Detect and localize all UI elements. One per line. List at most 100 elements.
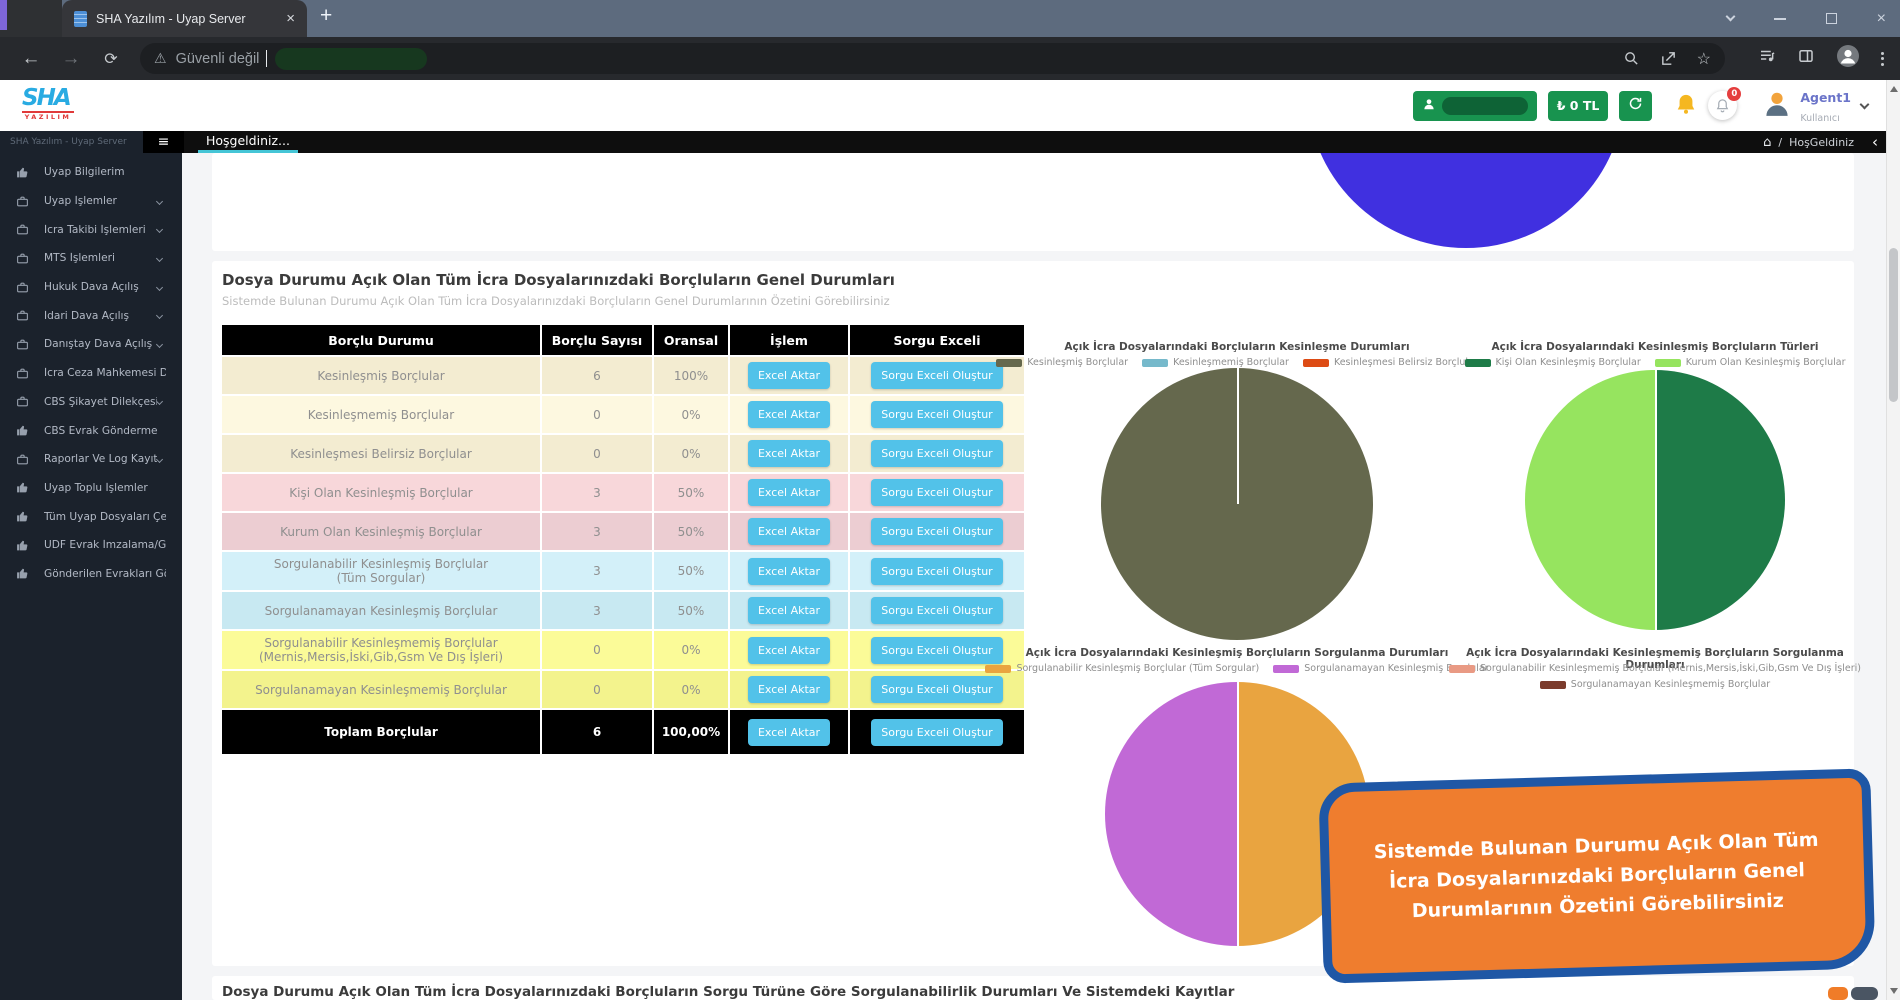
legend-swatch xyxy=(1540,681,1566,689)
legend-swatch xyxy=(1273,665,1299,673)
col-header: İşlem xyxy=(730,325,850,355)
sidebar-item-udf-evrak[interactable]: UDF Evrak İmzalama/Görüntüleme xyxy=(0,531,182,560)
partial-pie-chart xyxy=(1307,153,1625,248)
excel-aktar-button[interactable]: Excel Aktar xyxy=(748,440,830,467)
tab-hosgeldiniz[interactable]: Hoşgeldiniz... xyxy=(198,131,298,153)
minimize-icon[interactable] xyxy=(1774,18,1786,20)
legend-swatch xyxy=(996,359,1022,367)
table-row: Kesinleşmiş Borçlular 6 100% Excel Aktar… xyxy=(222,357,1024,396)
sidebar-item-uyap-bilgilerim[interactable]: Uyap Bilgilerim xyxy=(0,158,182,187)
excel-aktar-button[interactable]: Excel Aktar xyxy=(748,719,830,746)
sidebar-item-uyap-toplu[interactable]: Uyap Toplu İşlemler xyxy=(0,474,182,503)
sorgu-excel-olustur-button[interactable]: Sorgu Exceli Oluştur xyxy=(871,558,1002,585)
excel-aktar-button[interactable]: Excel Aktar xyxy=(748,676,830,703)
sorgu-excel-olustur-button[interactable]: Sorgu Exceli Oluştur xyxy=(871,518,1002,545)
sorgu-excel-olustur-button[interactable]: Sorgu Exceli Oluştur xyxy=(871,479,1002,506)
floating-button-orange[interactable] xyxy=(1828,987,1848,1000)
scroll-down-arrow[interactable] xyxy=(1890,988,1898,994)
tour-callout[interactable]: Sistemde Bulunan Durumu Açık Olan Tüm İc… xyxy=(1318,768,1875,983)
excel-aktar-button[interactable]: Excel Aktar xyxy=(748,362,830,389)
refresh-button[interactable] xyxy=(1619,91,1652,121)
home-icon[interactable]: ⌂ xyxy=(1763,135,1771,150)
menu-kebab-icon[interactable] xyxy=(1881,52,1884,66)
excel-aktar-button[interactable]: Excel Aktar xyxy=(748,518,830,545)
profile-avatar-icon[interactable] xyxy=(1836,44,1860,73)
breadcrumb-label: HoşGeldiniz xyxy=(1789,136,1854,149)
table-row: Kurum Olan Kesinleşmiş Borçlular 3 50% E… xyxy=(222,513,1024,552)
user-name: Agent1 xyxy=(1800,90,1851,105)
sidebar-item-cbs-evrak[interactable]: CBS Evrak Gönderme xyxy=(0,416,182,445)
reading-list-icon[interactable] xyxy=(1758,47,1776,70)
table-row: Sorgulanabilir Kesinleşmemiş Borçlular(M… xyxy=(222,631,1024,671)
close-window-icon[interactable]: × xyxy=(1877,11,1886,27)
excel-aktar-button[interactable]: Excel Aktar xyxy=(748,597,830,624)
sidebar-item-gonderilen-evrak[interactable]: Gönderilen Evrakları Görüntüleme xyxy=(0,560,182,589)
page-scrollbar[interactable] xyxy=(1886,80,1900,1000)
chevron-down-icon xyxy=(156,284,163,291)
sorgu-excel-olustur-button[interactable]: Sorgu Exceli Oluştur xyxy=(871,676,1002,703)
chevron-down-icon xyxy=(156,341,163,348)
excel-aktar-button[interactable]: Excel Aktar xyxy=(748,558,830,585)
sorgu-excel-olustur-button[interactable]: Sorgu Exceli Oluştur xyxy=(871,401,1002,428)
thumb-icon xyxy=(16,481,44,494)
forward-icon[interactable]: → xyxy=(56,37,86,80)
share-icon[interactable] xyxy=(1660,50,1677,67)
sidebar-item-cbs-sikayet[interactable]: CBS Şikayet Dilekçesi xyxy=(0,388,182,417)
collapse-chevron-icon[interactable]: ‹ xyxy=(1872,131,1878,153)
top-chart-card xyxy=(212,153,1854,251)
sidebar-item-raporlar[interactable]: Raporlar Ve Log Kayıtları xyxy=(0,445,182,474)
excel-aktar-button[interactable]: Excel Aktar xyxy=(748,637,830,664)
bell-outline-icon xyxy=(1715,98,1730,113)
balance-button[interactable]: ₺ 0 TL xyxy=(1548,91,1609,121)
alerts-bell-button[interactable]: 0 xyxy=(1708,91,1737,120)
breadcrumb-separator: / xyxy=(1778,136,1782,149)
sorgu-excel-olustur-button[interactable]: Sorgu Exceli Oluştur xyxy=(871,440,1002,467)
hamburger-menu-button[interactable]: ≡ xyxy=(143,131,184,153)
floating-button-dark[interactable] xyxy=(1851,987,1878,1000)
security-label[interactable]: Güvenli değil xyxy=(176,51,260,67)
sidebar-item-danistay-dava[interactable]: Danıştay Dava Açılış xyxy=(0,330,182,359)
col-header: Sorgu Exceli xyxy=(850,325,1024,355)
zoom-icon[interactable] xyxy=(1623,50,1640,67)
user-account-button[interactable] xyxy=(1413,91,1537,121)
screen: SHA Yazılım - Uyap Server × + × ← → ⟳ ⚠ … xyxy=(0,0,1900,1000)
chevron-down-icon xyxy=(156,197,163,204)
sidebar-item-icra-takibi[interactable]: İcra Takibi İşlemleri xyxy=(0,215,182,244)
scrollbar-thumb[interactable] xyxy=(1889,248,1898,402)
bookmark-star-icon[interactable]: ☆ xyxy=(1697,49,1711,69)
sidebar-item-idari-dava[interactable]: İdari Dava Açılış xyxy=(0,301,182,330)
new-tab-button[interactable]: + xyxy=(320,4,332,28)
table-row: Sorgulanamayan Kesinleşmemiş Borçlular 0… xyxy=(222,671,1024,710)
sorgu-excel-olustur-button[interactable]: Sorgu Exceli Oluştur xyxy=(871,597,1002,624)
browser-tab[interactable]: SHA Yazılım - Uyap Server × xyxy=(62,0,307,37)
sidebar-item-hukuk-dava[interactable]: Hukuk Dava Açılış xyxy=(0,273,182,302)
sidebar-item-mts-islemleri[interactable]: MTS İşlemleri xyxy=(0,244,182,273)
excel-aktar-button[interactable]: Excel Aktar xyxy=(748,479,830,506)
sorgu-excel-olustur-button[interactable]: Sorgu Exceli Oluştur xyxy=(871,637,1002,664)
tab-close-icon[interactable]: × xyxy=(286,10,295,27)
legend-swatch xyxy=(1142,359,1168,367)
sidebar-item-icra-ceza[interactable]: İcra Ceza Mahkemesi Dava Açılış xyxy=(0,359,182,388)
sorgu-excel-olustur-button[interactable]: Sorgu Exceli Oluştur xyxy=(871,719,1002,746)
chart3-title: Açık İcra Dosyalarındaki Kesinleşmiş Bor… xyxy=(1017,647,1457,659)
next-section-title: Dosya Durumu Açık Olan Tüm İcra Dosyalar… xyxy=(222,984,1234,1000)
sidebar-item-uyap-islemler[interactable]: Uyap İşlemler xyxy=(0,187,182,216)
legend-swatch xyxy=(1449,665,1475,673)
user-menu[interactable]: Agent1 Kullanıcı xyxy=(1762,87,1872,125)
scroll-up-arrow[interactable] xyxy=(1890,86,1898,92)
legend-swatch xyxy=(1465,359,1491,367)
debtors-table: Borçlu Durumu Borçlu Sayısı Oransal İşle… xyxy=(222,325,1024,756)
toolbar-right-icons xyxy=(1758,37,1884,80)
side-panel-icon[interactable] xyxy=(1797,47,1815,70)
reload-icon[interactable]: ⟳ xyxy=(96,37,126,80)
url-bar[interactable]: ⚠ Güvenli değil ☆ xyxy=(140,43,1725,74)
browser-toolbar: ← → ⟳ ⚠ Güvenli değil ☆ xyxy=(0,37,1900,80)
breadcrumb: ⌂ / HoşGeldiniz xyxy=(1763,131,1854,153)
notification-bell-icon[interactable] xyxy=(1675,93,1697,119)
back-icon[interactable]: ← xyxy=(16,37,46,80)
chevron-down-icon[interactable] xyxy=(1725,12,1735,22)
maximize-icon[interactable] xyxy=(1826,13,1837,24)
excel-aktar-button[interactable]: Excel Aktar xyxy=(748,401,830,428)
sha-logo[interactable]: SHA YAZILIM xyxy=(22,87,74,121)
sidebar-item-tum-uyap[interactable]: Tüm Uyap Dosyaları Çekme xyxy=(0,502,182,531)
